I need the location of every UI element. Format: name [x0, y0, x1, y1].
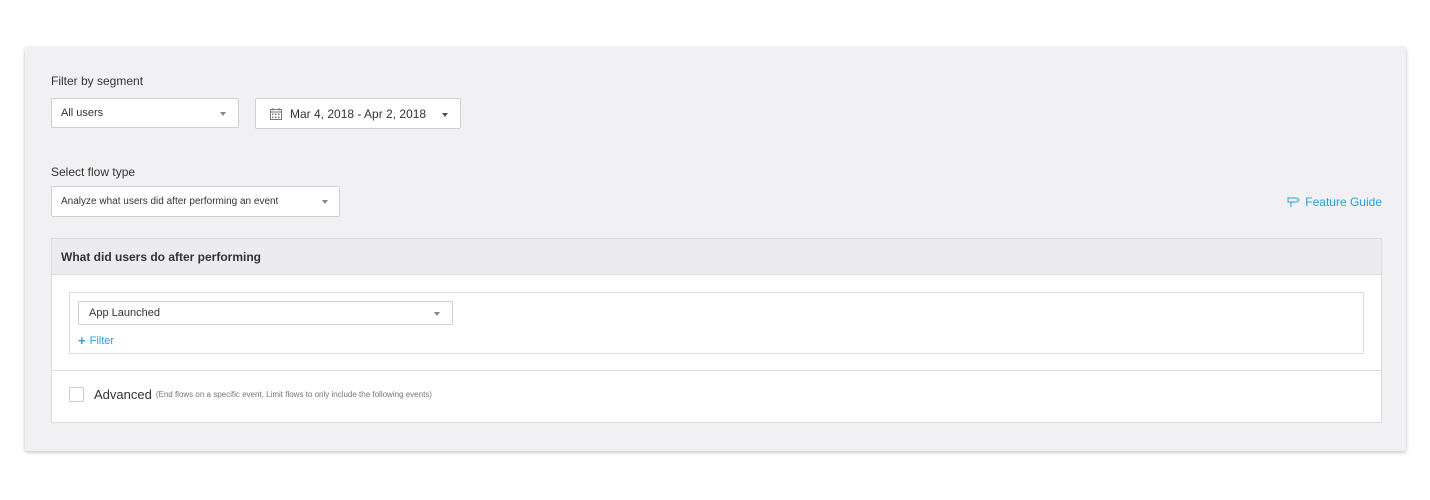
date-range-button[interactable]: Mar 4, 2018 - Apr 2, 2018	[255, 98, 461, 129]
select-flow-type-label: Select flow type	[51, 165, 136, 179]
advanced-checkbox[interactable]	[69, 387, 84, 402]
segment-select-value: All users	[61, 107, 104, 119]
chevron-down-icon	[220, 112, 226, 116]
event-filter-box: App Launched + Filter	[69, 292, 1364, 354]
feature-guide-link[interactable]: Feature Guide	[1287, 195, 1382, 209]
flow-type-select-value: Analyze what users did after performing …	[61, 196, 279, 207]
add-filter-link[interactable]: + Filter	[78, 333, 114, 348]
date-range-value: Mar 4, 2018 - Apr 2, 2018	[290, 106, 427, 121]
performing-event-section: What did users do after performing App L…	[51, 238, 1382, 423]
event-select-value: App Launched	[89, 307, 160, 319]
advanced-label: Advanced	[94, 387, 152, 402]
chevron-down-icon	[442, 113, 448, 117]
chevron-down-icon	[434, 312, 440, 316]
flow-type-select[interactable]: Analyze what users did after performing …	[51, 186, 340, 217]
advanced-option-row: Advanced (End flows on a specific event,…	[69, 387, 432, 402]
feature-guide-label: Feature Guide	[1305, 195, 1382, 209]
signpost-icon	[1287, 196, 1300, 208]
advanced-hint: (End flows on a specific event, Limit fl…	[155, 390, 432, 399]
calendar-icon	[270, 107, 282, 120]
filter-by-segment-label: Filter by segment	[51, 74, 144, 88]
section-title: What did users do after performing	[52, 239, 1381, 275]
chevron-down-icon	[322, 200, 328, 204]
segment-select[interactable]: All users	[51, 98, 239, 128]
flow-config-panel: Filter by segment All users Mar 4, 2018 …	[25, 47, 1406, 451]
add-filter-label: Filter	[89, 334, 115, 347]
event-select[interactable]: App Launched	[78, 301, 453, 325]
plus-icon: +	[78, 333, 86, 348]
section-divider	[52, 370, 1381, 371]
